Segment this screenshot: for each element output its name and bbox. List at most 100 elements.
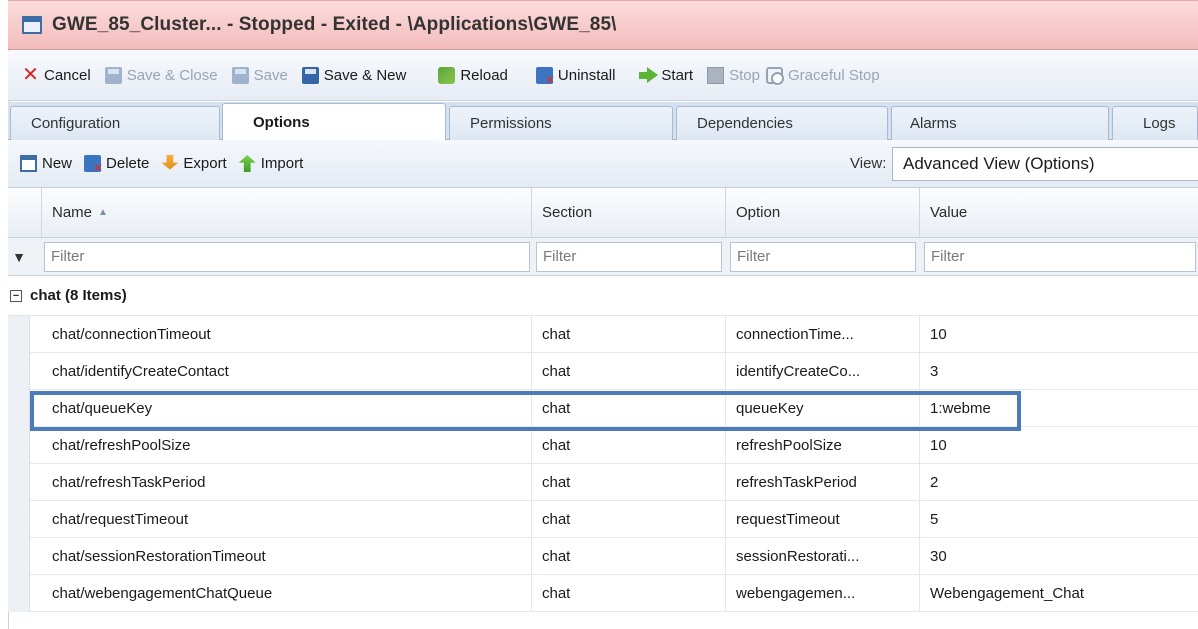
- filter-funnel-icon[interactable]: ▼: [8, 238, 30, 276]
- save-icon: [231, 67, 249, 84]
- row-gutter: [8, 316, 30, 353]
- save-new-label: Save & New: [323, 67, 407, 84]
- row-gutter: [8, 390, 30, 427]
- tab-bar: Configuration Options Permissions Depend…: [8, 102, 1198, 141]
- column-header-section[interactable]: Section: [532, 188, 726, 238]
- filter-section-input[interactable]: Filter: [536, 242, 722, 272]
- new-icon: [20, 155, 37, 172]
- import-button[interactable]: Import: [238, 155, 304, 172]
- column-header-name-label: Name: [52, 204, 93, 221]
- table-row[interactable]: chat/connectionTimeout chat connectionTi…: [8, 316, 1198, 353]
- uninstall-button[interactable]: Uninstall: [535, 67, 616, 87]
- cell-option: refreshPoolSize: [726, 427, 920, 464]
- cell-name: chat/refreshPoolSize: [42, 427, 532, 464]
- view-label: View:: [850, 155, 887, 172]
- export-arrow-icon: [161, 155, 179, 170]
- cell-option: sessionRestorati...: [726, 538, 920, 575]
- cancel-button[interactable]: ✕ Cancel: [22, 64, 91, 86]
- cancel-icon: ✕: [22, 64, 39, 86]
- table-row[interactable]: chat/requestTimeout chat requestTimeout …: [8, 501, 1198, 538]
- column-header-name[interactable]: Name ▲: [42, 188, 532, 238]
- options-table-body: chat/connectionTimeout chat connectionTi…: [8, 316, 1198, 612]
- delete-button[interactable]: Delete: [84, 155, 149, 175]
- filter-name-input[interactable]: Filter: [44, 242, 530, 272]
- table-row[interactable]: chat/webengagementChatQueue chat webenga…: [8, 575, 1198, 612]
- view-select[interactable]: Advanced View (Options): [892, 147, 1198, 181]
- tab-dependencies[interactable]: Dependencies: [676, 106, 888, 140]
- column-header-option[interactable]: Option: [726, 188, 920, 238]
- cell-name: chat/queueKey: [42, 390, 532, 427]
- filter-option-input[interactable]: Filter: [730, 242, 916, 272]
- tab-configuration[interactable]: Configuration: [10, 106, 220, 140]
- tab-alarms-label: Alarms: [910, 115, 957, 132]
- stop-label: Stop: [729, 67, 760, 84]
- main-toolbar: ✕ Cancel Save & Close Save Save & New Re…: [8, 51, 1198, 101]
- save-new-button[interactable]: Save & New: [301, 67, 407, 84]
- table-row[interactable]: chat/refreshTaskPeriod chat refreshTaskP…: [8, 464, 1198, 501]
- tab-options[interactable]: Options: [222, 103, 446, 141]
- cell-value: 2: [930, 474, 939, 491]
- cell-section: chat: [532, 501, 726, 538]
- save-close-button[interactable]: Save & Close: [104, 67, 218, 84]
- save-close-label: Save & Close: [126, 67, 218, 84]
- start-button[interactable]: Start: [639, 67, 693, 84]
- cell-option: connectionTime...: [726, 316, 920, 353]
- cell-name: chat/requestTimeout: [42, 501, 532, 538]
- header-gutter: [8, 188, 42, 238]
- column-header-value[interactable]: Value: [920, 188, 1198, 238]
- collapse-toggle-icon[interactable]: −: [10, 289, 22, 302]
- cell-section: chat: [532, 575, 726, 612]
- cell-value: Webengagement_Chat: [930, 585, 1084, 602]
- column-header-section-label: Section: [542, 204, 593, 221]
- column-header-option-label: Option: [736, 204, 781, 221]
- cell-name: chat/sessionRestorationTimeout: [42, 538, 532, 575]
- tab-options-label: Options: [253, 114, 310, 131]
- table-row[interactable]: chat/sessionRestorationTimeout chat sess…: [8, 538, 1198, 575]
- save-new-icon: [301, 67, 319, 84]
- window-icon: [22, 16, 42, 34]
- tab-permissions-label: Permissions: [470, 115, 552, 132]
- export-label: Export: [183, 155, 227, 172]
- reload-icon: [438, 67, 456, 84]
- row-gutter: [8, 353, 30, 390]
- row-gutter: [8, 464, 30, 501]
- table-row[interactable]: chat/refreshPoolSize chat refreshPoolSiz…: [8, 427, 1198, 464]
- tab-configuration-label: Configuration: [31, 115, 121, 132]
- group-label: chat (8 Items): [30, 287, 127, 304]
- import-label: Import: [260, 155, 304, 172]
- stop-button[interactable]: Stop: [707, 67, 760, 84]
- save-button[interactable]: Save: [231, 67, 288, 84]
- uninstall-label: Uninstall: [557, 67, 616, 84]
- options-toolbar: New Delete Export Import View: Advanced …: [8, 140, 1198, 188]
- filter-value-input[interactable]: Filter: [924, 242, 1196, 272]
- new-button[interactable]: New: [20, 155, 72, 172]
- cell-option: webengagemen...: [726, 575, 920, 612]
- export-button[interactable]: Export: [161, 155, 227, 172]
- cell-section: chat: [532, 538, 726, 575]
- table-row-selected[interactable]: chat/queueKey chat queueKey 1:webme: [8, 390, 1198, 427]
- start-arrow-icon: [639, 67, 659, 84]
- sort-ascending-icon: ▲: [98, 207, 108, 219]
- graceful-stop-button[interactable]: Graceful Stop: [765, 67, 880, 85]
- window-title-bar: GWE_85_Cluster... - Stopped - Exited - \…: [8, 0, 1198, 50]
- cell-section: chat: [532, 316, 726, 353]
- row-gutter: [8, 427, 30, 464]
- cell-value: 30: [930, 548, 947, 565]
- row-gutter: [8, 575, 30, 612]
- graceful-stop-icon: [765, 67, 784, 85]
- save-label: Save: [253, 67, 288, 84]
- row-gutter: [8, 501, 30, 538]
- graceful-stop-label: Graceful Stop: [787, 67, 880, 84]
- table-row[interactable]: chat/identifyCreateContact chat identify…: [8, 353, 1198, 390]
- stop-icon: [707, 67, 725, 84]
- cell-name: chat/webengagementChatQueue: [42, 575, 532, 612]
- tab-permissions[interactable]: Permissions: [449, 106, 673, 140]
- reload-button[interactable]: Reload: [438, 67, 508, 84]
- cancel-label: Cancel: [44, 67, 91, 84]
- tab-logs[interactable]: Logs: [1112, 106, 1198, 140]
- tab-alarms[interactable]: Alarms: [891, 106, 1109, 140]
- cell-option: refreshTaskPeriod: [726, 464, 920, 501]
- group-row-chat[interactable]: − chat (8 Items): [8, 276, 1198, 316]
- save-close-icon: [104, 67, 122, 84]
- tab-dependencies-label: Dependencies: [697, 115, 793, 132]
